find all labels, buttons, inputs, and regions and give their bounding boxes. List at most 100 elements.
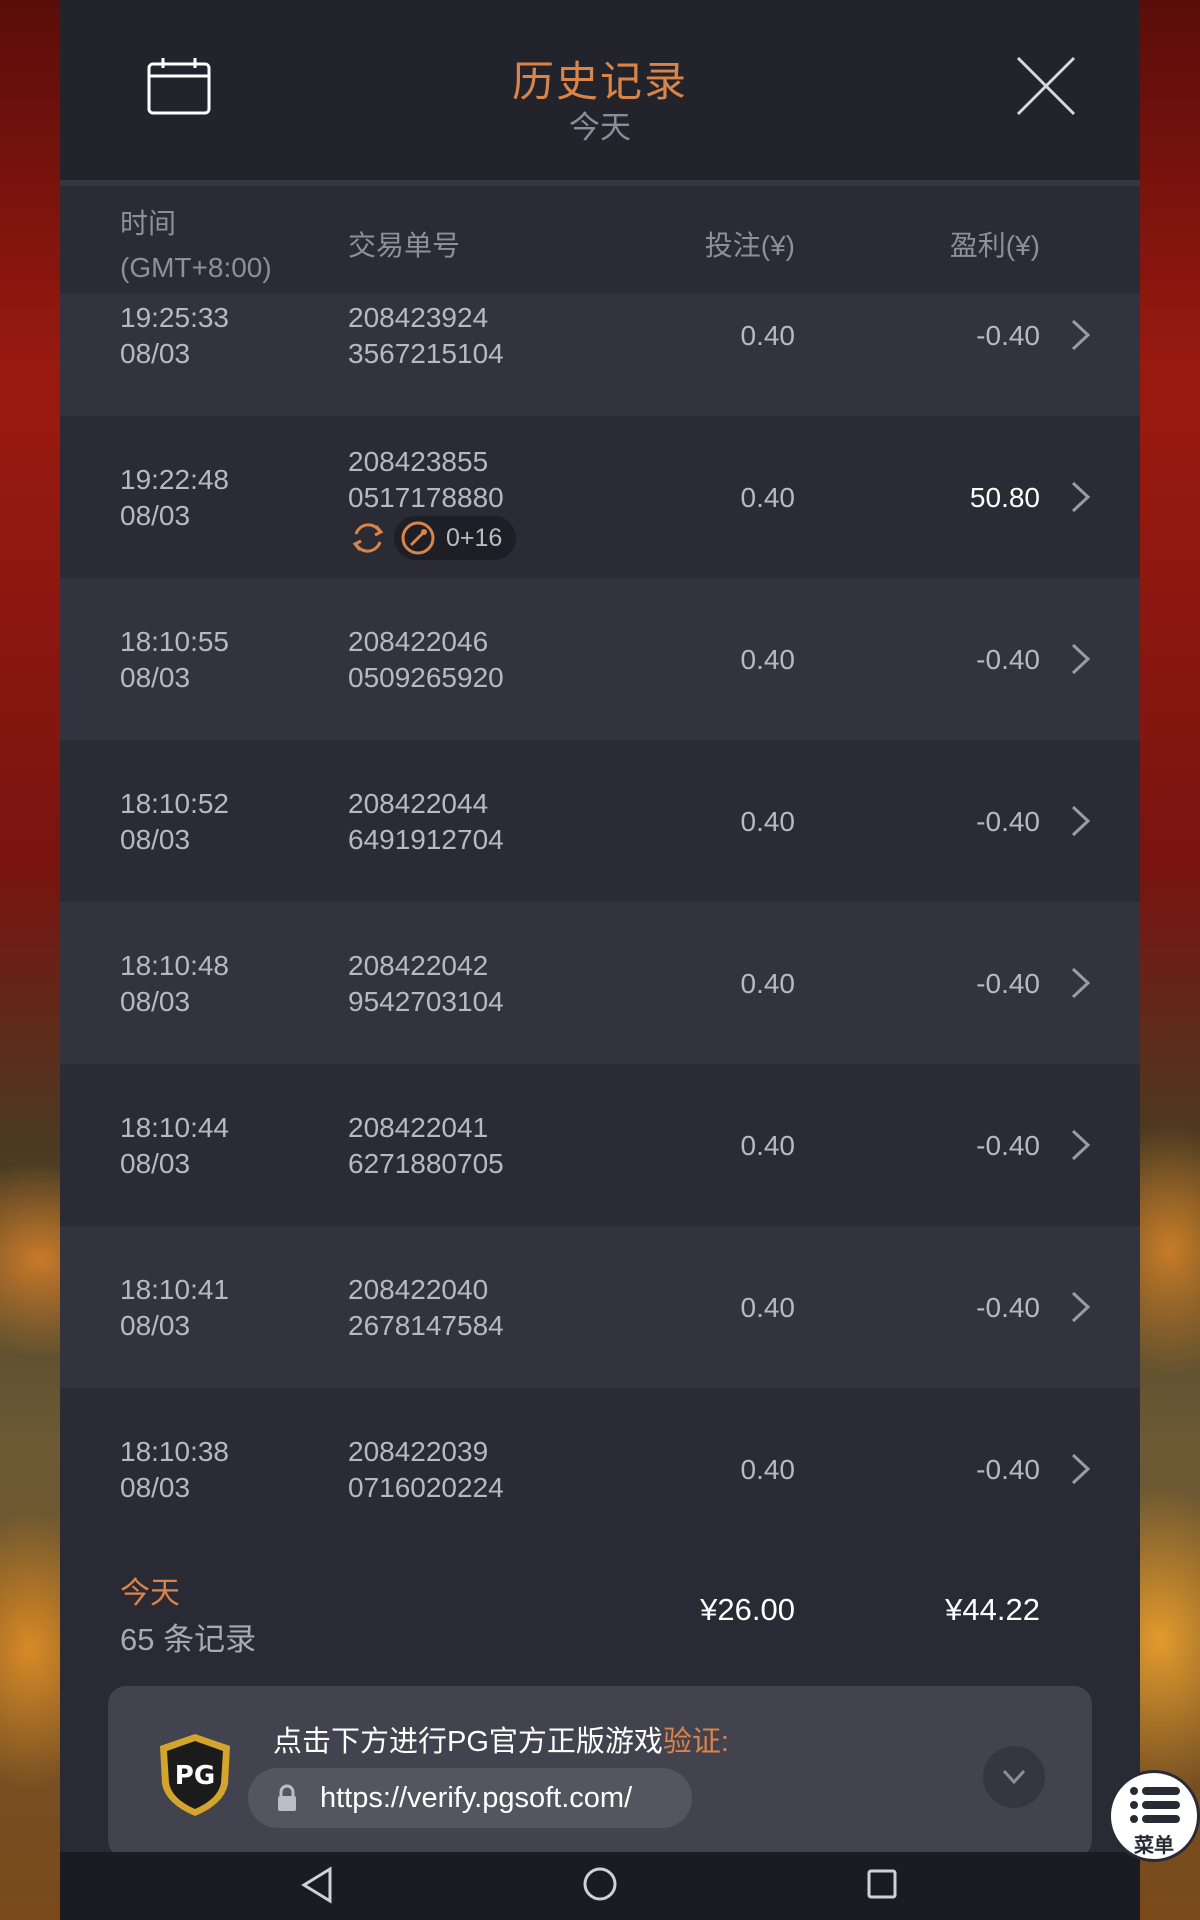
- row-date: 08/03: [120, 338, 191, 369]
- page-title: 历史记录: [511, 58, 688, 105]
- table-row[interactable]: 18:10:41 08/03 208422040 2678147584 0.40…: [60, 1226, 1140, 1388]
- row-order-part2: 0517178880: [348, 482, 504, 513]
- chevron-right-icon: [1071, 643, 1091, 675]
- row-badges: 0+16: [348, 516, 517, 560]
- row-time: 19:25:33: [120, 302, 229, 333]
- home-icon[interactable]: [582, 1866, 618, 1902]
- verify-banner: PG 点击下方进行PG官方正版游戏验证: https://verify.pgso…: [108, 1686, 1092, 1858]
- table-row[interactable]: 18:10:55 08/03 208422046 0509265920 0.40…: [60, 578, 1140, 740]
- chevron-right-icon: [1071, 1291, 1091, 1323]
- row-date: 08/03: [120, 1310, 191, 1341]
- verify-message-text: 点击下方进行PG官方正版游戏: [273, 1726, 663, 1758]
- row-bet: 0.40: [740, 644, 796, 675]
- summary-bar: 今天 65 条记录 ¥26.00 ¥44.22: [60, 1540, 1140, 1685]
- row-order-part1: 208422042: [348, 950, 489, 981]
- row-time: 18:10:52: [120, 788, 229, 819]
- row-profit: -0.40: [976, 1454, 1040, 1485]
- table-row[interactable]: 19:25:33 08/03 208423924 3567215104 0.40…: [60, 294, 1140, 416]
- row-order-part2: 6271880705: [348, 1148, 504, 1179]
- history-panel: 历史记录 今天 时间 (GMT+8:00) 交易单号 投注(¥) 盈利(¥) 1…: [60, 0, 1140, 1920]
- row-profit: -0.40: [976, 968, 1040, 999]
- table-row[interactable]: 18:10:38 08/03 208422039 0716020224 0.40…: [60, 1388, 1140, 1550]
- row-date: 08/03: [120, 986, 191, 1017]
- chevron-right-icon: [1071, 481, 1091, 513]
- free-spin-icon: [401, 521, 435, 555]
- menu-button[interactable]: 菜单: [1108, 1770, 1200, 1862]
- row-order-part2: 2678147584: [348, 1310, 504, 1341]
- row-order-part1: 208422040: [348, 1274, 489, 1305]
- chevron-right-icon: [1071, 1129, 1091, 1161]
- lock-icon: [278, 1784, 296, 1811]
- verify-url: https://verify.pgsoft.com/: [320, 1782, 633, 1814]
- collapse-banner-button[interactable]: [983, 1746, 1045, 1808]
- row-order-part2: 0716020224: [348, 1472, 504, 1503]
- row-order-part2: 3567215104: [348, 338, 504, 369]
- row-order-part2: 6491912704: [348, 824, 504, 855]
- chevron-right-icon: [1071, 805, 1091, 837]
- summary-total-bet: ¥26.00: [700, 1592, 795, 1627]
- row-profit: -0.40: [976, 1292, 1040, 1323]
- row-order-part2: 0509265920: [348, 662, 504, 693]
- row-bet: 0.40: [740, 1454, 796, 1485]
- table-row[interactable]: 19:22:48 08/03 208423855 0517178880 0+16…: [60, 416, 1140, 578]
- chevron-right-icon: [1071, 319, 1091, 351]
- row-order-part1: 208423924: [348, 302, 489, 333]
- column-order-number: 交易单号: [348, 230, 461, 261]
- row-bet: 0.40: [740, 482, 796, 513]
- chevron-right-icon: [1071, 967, 1091, 999]
- row-profit: 50.80: [969, 482, 1040, 513]
- close-icon[interactable]: [1015, 55, 1077, 117]
- row-time: 18:10:48: [120, 950, 229, 981]
- table-row[interactable]: 18:10:44 08/03 208422041 6271880705 0.40…: [60, 1064, 1140, 1226]
- row-bet: 0.40: [740, 968, 796, 999]
- date-filter-label: 今天: [569, 110, 631, 145]
- row-order-part1: 208422046: [348, 626, 489, 657]
- table-row[interactable]: 18:10:52 08/03 208422044 6491912704 0.40…: [60, 740, 1140, 902]
- menu-label: 菜单: [1134, 1835, 1174, 1857]
- row-order-part1: 208422044: [348, 788, 489, 819]
- back-icon[interactable]: [300, 1866, 334, 1904]
- row-bet: 0.40: [740, 1292, 796, 1323]
- pg-logo-text: PG: [175, 1761, 215, 1791]
- row-order-part1: 208422039: [348, 1436, 489, 1467]
- row-time: 18:10:55: [120, 626, 229, 657]
- summary-record-count: 65 条记录: [120, 1622, 257, 1657]
- menu-list-icon: [1130, 1787, 1180, 1823]
- chevron-down-icon: [1002, 1769, 1026, 1785]
- pg-logo: PG: [160, 1734, 230, 1816]
- row-time: 18:10:38: [120, 1436, 229, 1467]
- header: 历史记录 今天: [60, 0, 1140, 180]
- recent-apps-icon[interactable]: [866, 1868, 898, 1900]
- row-date: 08/03: [120, 824, 191, 855]
- column-time: 时间: [120, 208, 177, 239]
- verify-highlight: 验证:: [662, 1726, 729, 1758]
- row-date: 08/03: [120, 1472, 191, 1503]
- table-header: 时间 (GMT+8:00) 交易单号 投注(¥) 盈利(¥): [60, 186, 1140, 294]
- row-profit: -0.40: [976, 1130, 1040, 1161]
- row-date: 08/03: [120, 1148, 191, 1179]
- verify-url-link[interactable]: https://verify.pgsoft.com/: [248, 1768, 692, 1828]
- row-profit: -0.40: [976, 320, 1040, 351]
- column-bet: 投注(¥): [704, 230, 795, 261]
- summary-total-profit: ¥44.22: [945, 1592, 1040, 1627]
- row-profit: -0.40: [976, 806, 1040, 837]
- row-profit: -0.40: [976, 644, 1040, 675]
- row-time: 19:22:48: [120, 464, 229, 495]
- table-row[interactable]: 18:10:48 08/03 208422042 9542703104 0.40…: [60, 902, 1140, 1064]
- free-spins-badge: 0+16: [394, 516, 517, 560]
- row-bet: 0.40: [740, 320, 796, 351]
- row-bet: 0.40: [740, 806, 796, 837]
- row-bet: 0.40: [740, 1130, 796, 1161]
- history-list: 19:25:33 08/03 208423924 3567215104 0.40…: [60, 294, 1140, 1550]
- row-order-part1: 208422041: [348, 1112, 489, 1143]
- column-profit: 盈利(¥): [949, 230, 1040, 261]
- row-date: 08/03: [120, 662, 191, 693]
- row-order-part2: 9542703104: [348, 986, 504, 1017]
- row-date: 08/03: [120, 500, 191, 531]
- free-spins-count: 0+16: [446, 523, 503, 552]
- row-time: 18:10:41: [120, 1274, 229, 1305]
- row-order-part1: 208423855: [348, 446, 489, 477]
- chevron-right-icon: [1071, 1453, 1091, 1485]
- row-time: 18:10:44: [120, 1112, 229, 1143]
- summary-date-label: 今天: [120, 1577, 180, 1610]
